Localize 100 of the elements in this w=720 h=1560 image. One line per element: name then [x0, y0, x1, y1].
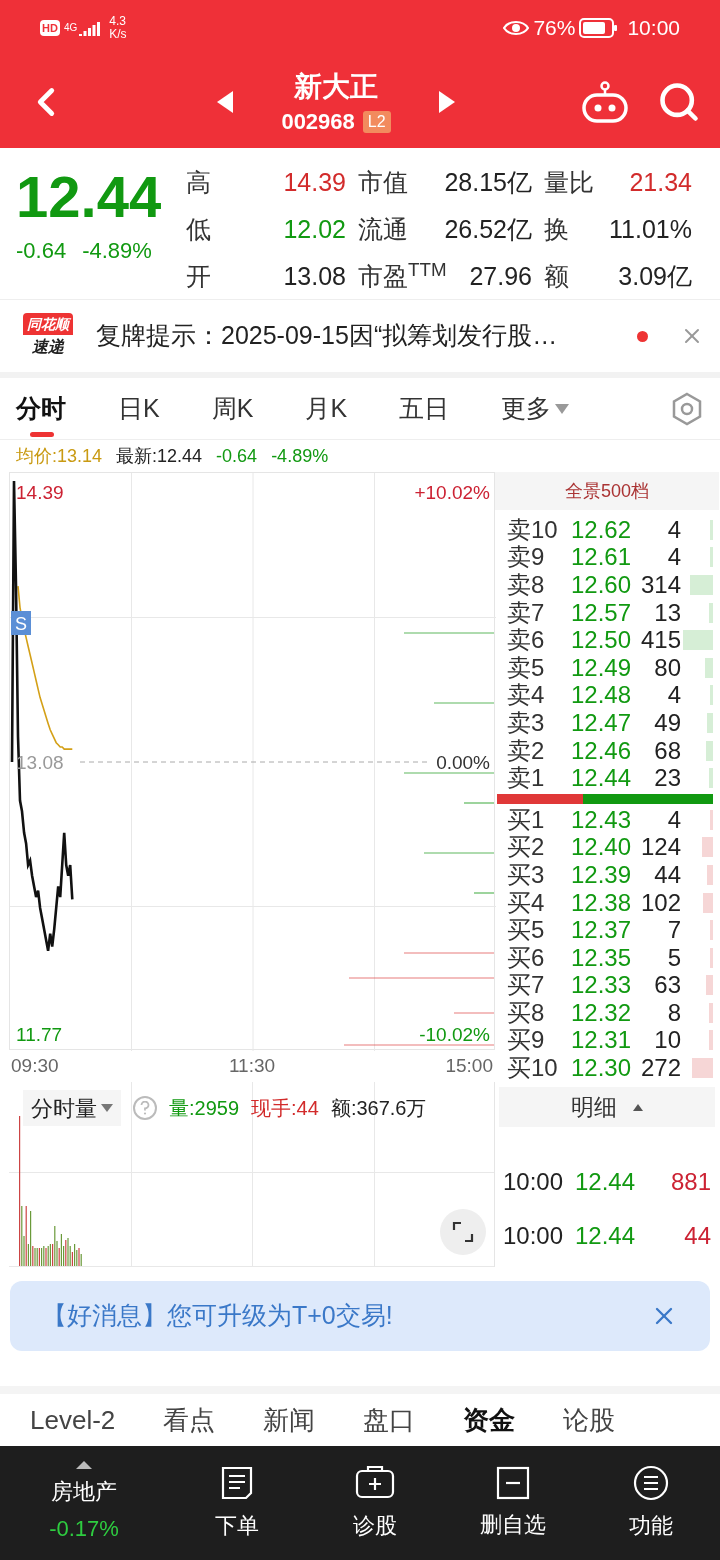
order-price: 12.40	[571, 835, 633, 860]
stat-value: 14.39	[283, 167, 346, 198]
order-price: 12.31	[571, 1028, 633, 1053]
trade-details-header[interactable]: 明细	[499, 1087, 715, 1127]
fullscreen-button[interactable]	[440, 1209, 486, 1255]
order-price: 12.48	[571, 683, 633, 708]
toolbar-button[interactable]: 删自选	[444, 1446, 582, 1560]
chart-tab[interactable]: 日K	[118, 378, 160, 439]
caret-icon	[555, 403, 570, 414]
order-level-label: 买5	[507, 918, 546, 943]
order-price: 12.62	[571, 517, 633, 542]
order-level-label: 买2	[507, 835, 546, 860]
section-tab[interactable]: 看点	[163, 1400, 216, 1440]
order-price: 12.60	[571, 573, 633, 597]
depth-bar	[704, 657, 713, 678]
depth-bar	[709, 602, 713, 623]
menu-icon	[633, 1464, 669, 1501]
depth-bar	[707, 864, 713, 885]
order-book-header[interactable]: 全景500档	[495, 472, 719, 510]
order-quantity: 4	[666, 545, 681, 570]
order-quantity: 8	[666, 1000, 681, 1025]
info-value: -4.89%	[271, 444, 329, 468]
news-headline[interactable]: 复牌提示：2025-09-15因“拟筹划发行股…	[96, 317, 621, 355]
depth-bar	[705, 740, 713, 761]
depth-bar	[703, 892, 713, 913]
chart-tab[interactable]: 五日	[399, 378, 450, 439]
order-level-label: 卖9	[507, 545, 546, 570]
sell-signal-marker: S	[11, 611, 31, 635]
sector-button[interactable]: 房地产 -0.17%	[0, 1446, 168, 1560]
order-price: 12.57	[571, 600, 633, 625]
order-quantity: 4	[666, 517, 681, 542]
toolbar-button[interactable]: 诊股	[306, 1446, 444, 1560]
logo-top-text: 同花顺	[23, 313, 73, 335]
chart-tab[interactable]: 周K	[211, 378, 254, 439]
medical-kit-icon	[354, 1464, 396, 1501]
stat-label: 流通	[358, 214, 408, 245]
trade-time: 10:00	[503, 1221, 565, 1251]
trade-time: 10:00	[503, 1167, 565, 1197]
section-tab[interactable]: 论股	[563, 1400, 616, 1440]
order-price: 12.32	[571, 1000, 633, 1025]
order-level-label: 买10	[507, 1056, 559, 1081]
chart-tab[interactable]: 分时	[16, 378, 66, 439]
depth-bar	[692, 1058, 713, 1079]
depth-bar	[709, 947, 713, 968]
section-tab[interactable]: 资金	[463, 1400, 516, 1440]
depth-bar	[683, 630, 713, 651]
chart-tab[interactable]: 月K	[305, 378, 348, 439]
volume-value: 量:2959	[169, 1096, 240, 1121]
stat-label: 低	[186, 214, 211, 245]
settings-icon[interactable]	[670, 391, 704, 426]
depth-bar	[709, 519, 713, 540]
depth-bar	[706, 712, 713, 733]
next-stock-button[interactable]	[438, 90, 455, 113]
stat-label: 换	[544, 214, 569, 245]
stat-value: 11.01%	[609, 214, 692, 245]
stat-value: 28.15亿	[444, 167, 532, 198]
trade-quantity: 44	[683, 1221, 711, 1251]
order-level-label: 卖1	[507, 766, 546, 791]
percent-axis-label: 0.00%	[436, 752, 490, 773]
order-level-label: 卖6	[507, 628, 546, 653]
network-type: 4G	[63, 22, 78, 33]
price-axis-label: 14.39	[16, 482, 64, 503]
order-quantity: 124	[640, 835, 681, 860]
promo-banner[interactable]: 【好消息】您可升级为T+0交易!	[10, 1281, 710, 1351]
order-level-label: 买7	[507, 973, 546, 998]
caret-icon	[101, 1104, 113, 1112]
logo-bottom-text: 速递	[32, 337, 64, 357]
stock-code: 002968	[281, 107, 355, 136]
stat-value: 27.96	[469, 261, 532, 292]
order-quantity: 63	[653, 973, 681, 998]
depth-bar	[708, 768, 713, 789]
info-value: 均价:13.14	[16, 444, 103, 468]
stat-label: 开	[186, 261, 211, 292]
stat-label: 市值	[358, 167, 408, 198]
chart-tab[interactable]: 更多	[501, 378, 570, 439]
toolbar-button[interactable]: 下单	[168, 1446, 306, 1560]
volume-value: 现手:44	[251, 1096, 319, 1121]
order-quantity: 4	[666, 683, 681, 708]
time-axis-label: 15:00	[445, 1053, 493, 1078]
toolbar-button[interactable]: 功能	[582, 1446, 720, 1560]
minus-square-icon	[496, 1465, 530, 1500]
section-tab[interactable]: Level-2	[30, 1400, 116, 1440]
order-level-label: 卖4	[507, 683, 546, 708]
order-price: 12.39	[571, 862, 633, 887]
depth-bar	[709, 809, 713, 830]
order-price: 12.37	[571, 918, 633, 943]
section-tab[interactable]: 新闻	[263, 1400, 316, 1440]
order-quantity: 80	[653, 655, 681, 680]
depth-bar	[709, 547, 713, 568]
stat-value: 12.02	[283, 214, 346, 245]
order-quantity: 68	[653, 738, 681, 763]
previous-stock-button[interactable]	[217, 90, 234, 113]
volume-indicator-dropdown[interactable]: 分时量	[23, 1090, 121, 1126]
trade-price: 12.44	[575, 1167, 636, 1197]
order-level-label: 买1	[507, 807, 546, 832]
selected-tab-indicator	[30, 432, 54, 437]
caret-up-icon	[633, 1103, 643, 1111]
order-level-label: 买8	[507, 1000, 546, 1025]
order-price: 12.38	[571, 890, 633, 915]
section-tab[interactable]: 盘口	[363, 1400, 416, 1440]
